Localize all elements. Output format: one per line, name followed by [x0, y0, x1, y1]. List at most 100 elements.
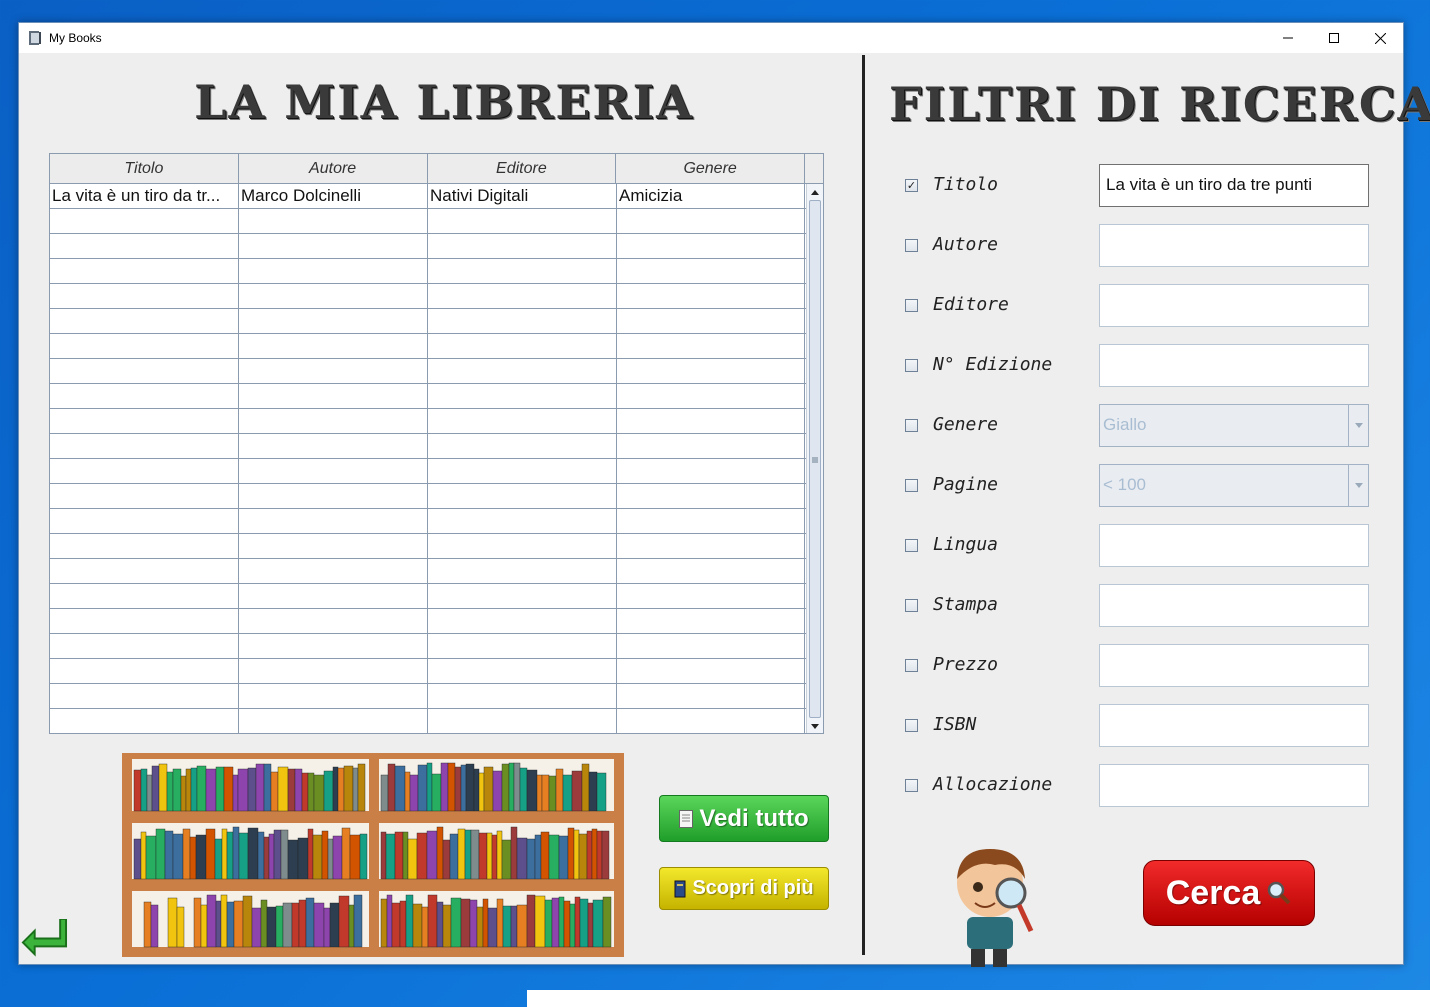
filter-checkbox-prezzo[interactable]	[905, 659, 918, 672]
table-cell[interactable]	[50, 559, 239, 583]
cell-autore[interactable]: Marco Dolcinelli	[239, 184, 428, 208]
table-cell[interactable]	[239, 684, 428, 708]
table-cell[interactable]	[617, 209, 805, 233]
column-header-titolo[interactable]: Titolo	[50, 154, 239, 183]
filter-checkbox-editore[interactable]	[905, 299, 918, 312]
table-cell[interactable]	[617, 234, 805, 258]
table-cell[interactable]	[50, 234, 239, 258]
table-row[interactable]	[50, 684, 823, 709]
column-header-autore[interactable]: Autore	[239, 154, 428, 183]
table-cell[interactable]	[428, 634, 617, 658]
filter-input-stampa[interactable]	[1099, 584, 1369, 627]
maximize-button[interactable]	[1311, 23, 1357, 53]
filter-input-editore[interactable]	[1099, 284, 1369, 327]
table-cell[interactable]	[428, 359, 617, 383]
table-cell[interactable]	[617, 409, 805, 433]
cell-editore[interactable]: Nativi Digitali	[428, 184, 617, 208]
table-cell[interactable]	[50, 509, 239, 533]
table-row[interactable]	[50, 509, 823, 534]
filter-checkbox-autore[interactable]	[905, 239, 918, 252]
filter-checkbox-n-edizione[interactable]	[905, 359, 918, 372]
table-cell[interactable]	[617, 659, 805, 683]
table-row[interactable]	[50, 534, 823, 559]
table-row[interactable]	[50, 334, 823, 359]
filter-checkbox-stampa[interactable]	[905, 599, 918, 612]
table-cell[interactable]	[428, 534, 617, 558]
table-row[interactable]	[50, 634, 823, 659]
filter-input-autore[interactable]	[1099, 224, 1369, 267]
table-cell[interactable]	[617, 559, 805, 583]
table-cell[interactable]	[617, 384, 805, 408]
table-cell[interactable]	[428, 659, 617, 683]
table-cell[interactable]	[617, 284, 805, 308]
table-cell[interactable]	[239, 559, 428, 583]
table-cell[interactable]	[428, 234, 617, 258]
filter-input-lingua[interactable]	[1099, 524, 1369, 567]
table-cell[interactable]	[617, 434, 805, 458]
filter-input-n-edizione[interactable]	[1099, 344, 1369, 387]
table-cell[interactable]	[239, 209, 428, 233]
filter-checkbox-titolo[interactable]: ✓	[905, 179, 918, 192]
table-cell[interactable]	[239, 509, 428, 533]
table-cell[interactable]	[50, 609, 239, 633]
table-cell[interactable]	[617, 609, 805, 633]
scroll-thumb[interactable]	[809, 200, 821, 718]
cell-titolo[interactable]: La vita è un tiro da tr...	[50, 184, 239, 208]
table-cell[interactable]	[428, 484, 617, 508]
minimize-button[interactable]	[1265, 23, 1311, 53]
table-scrollbar[interactable]	[806, 184, 823, 733]
table-cell[interactable]	[428, 434, 617, 458]
table-cell[interactable]	[239, 434, 428, 458]
table-cell[interactable]	[50, 359, 239, 383]
table-row[interactable]	[50, 434, 823, 459]
filter-checkbox-lingua[interactable]	[905, 539, 918, 552]
table-row[interactable]	[50, 234, 823, 259]
table-cell[interactable]	[617, 334, 805, 358]
table-cell[interactable]	[617, 684, 805, 708]
table-cell[interactable]	[428, 559, 617, 583]
table-cell[interactable]	[239, 234, 428, 258]
table-cell[interactable]	[428, 409, 617, 433]
table-cell[interactable]	[617, 259, 805, 283]
table-cell[interactable]	[50, 309, 239, 333]
table-cell[interactable]	[428, 259, 617, 283]
filter-input-allocazione[interactable]	[1099, 764, 1369, 807]
table-cell[interactable]	[50, 284, 239, 308]
table-cell[interactable]	[617, 309, 805, 333]
table-cell[interactable]	[428, 584, 617, 608]
table-cell[interactable]	[428, 459, 617, 483]
table-row[interactable]	[50, 609, 823, 634]
table-cell[interactable]	[428, 284, 617, 308]
table-cell[interactable]	[50, 584, 239, 608]
table-cell[interactable]	[428, 334, 617, 358]
table-cell[interactable]	[239, 659, 428, 683]
table-cell[interactable]	[50, 409, 239, 433]
table-cell[interactable]	[617, 459, 805, 483]
column-header-editore[interactable]: Editore	[428, 154, 617, 183]
table-cell[interactable]	[239, 259, 428, 283]
table-cell[interactable]	[428, 209, 617, 233]
table-cell[interactable]	[428, 309, 617, 333]
chevron-down-icon[interactable]	[1348, 405, 1368, 446]
table-row[interactable]	[50, 584, 823, 609]
column-header-genere[interactable]: Genere	[616, 154, 805, 183]
table-cell[interactable]	[50, 709, 239, 733]
table-cell[interactable]	[617, 634, 805, 658]
table-cell[interactable]	[239, 334, 428, 358]
table-row[interactable]	[50, 284, 823, 309]
chevron-down-icon[interactable]	[1348, 465, 1368, 506]
table-cell[interactable]	[239, 409, 428, 433]
scopri-button[interactable]: Scopri di più	[659, 867, 829, 910]
table-row[interactable]	[50, 384, 823, 409]
filter-input-isbn[interactable]	[1099, 704, 1369, 747]
table-row[interactable]	[50, 309, 823, 334]
table-cell[interactable]	[50, 659, 239, 683]
table-cell[interactable]	[239, 709, 428, 733]
table-cell[interactable]	[50, 434, 239, 458]
table-row[interactable]	[50, 459, 823, 484]
table-cell[interactable]	[428, 709, 617, 733]
filter-input-titolo[interactable]: La vita è un tiro da tre punti	[1099, 164, 1369, 207]
table-cell[interactable]	[239, 384, 428, 408]
close-button[interactable]	[1357, 23, 1403, 53]
table-cell[interactable]	[428, 684, 617, 708]
